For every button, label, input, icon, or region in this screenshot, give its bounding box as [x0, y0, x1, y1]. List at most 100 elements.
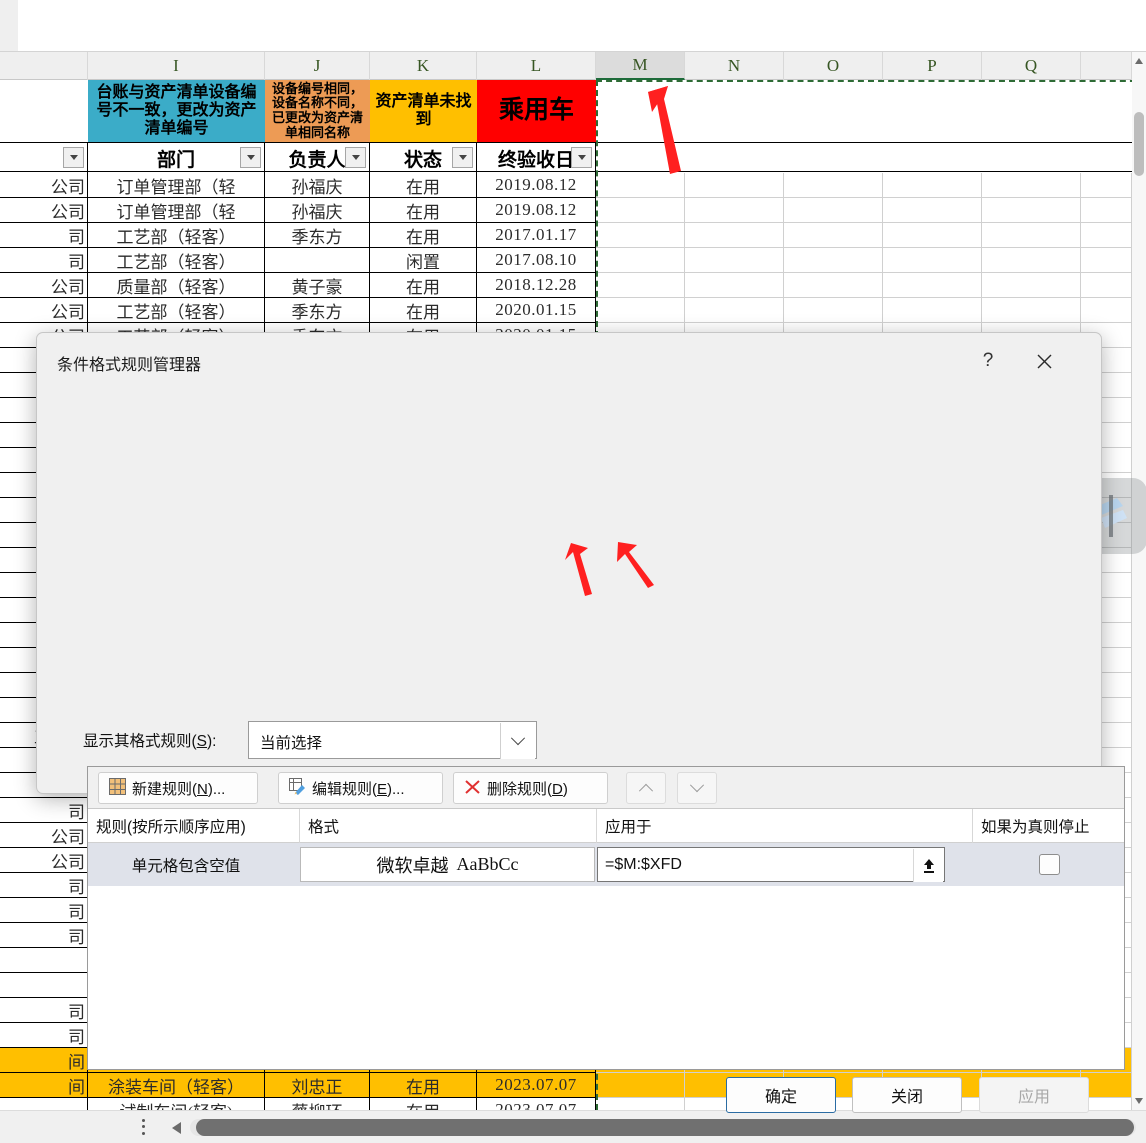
cell-empty[interactable]	[1081, 248, 1132, 272]
ok-button[interactable]: 确定	[726, 1077, 836, 1113]
new-rule-button[interactable]: 新建规则(N)...	[98, 772, 258, 804]
vertical-scroll-thumb[interactable]	[1134, 112, 1144, 176]
move-rule-up-button[interactable]	[626, 772, 666, 804]
filter-dropdown-button-5[interactable]	[571, 147, 592, 168]
cell-empty[interactable]	[596, 298, 685, 322]
cell-empty[interactable]	[784, 298, 883, 322]
cell-empty[interactable]	[685, 223, 784, 247]
cell-owner[interactable]: 季东方	[265, 223, 370, 247]
cell-empty[interactable]	[784, 273, 883, 297]
scope-select[interactable]: 当前选择	[248, 721, 537, 759]
scroll-down-arrow[interactable]	[1135, 1098, 1143, 1104]
banner-header-cell-4[interactable]: 乘用车	[477, 80, 596, 142]
cell-empty[interactable]	[982, 223, 1081, 247]
cell-empty[interactable]	[883, 198, 982, 222]
cell-empty[interactable]	[784, 248, 883, 272]
cell-partial[interactable]: 公司	[0, 173, 88, 197]
column-header-I[interactable]: I	[88, 52, 265, 80]
cell-empty[interactable]	[1081, 173, 1132, 197]
cell-date[interactable]: 2017.01.17	[477, 223, 596, 247]
cell-dept[interactable]: 涂装车间（轻客）	[88, 1073, 265, 1097]
edit-rule-button[interactable]: 编辑规则(E)...	[278, 772, 443, 804]
cell-owner[interactable]: 蔡柳环	[265, 1098, 370, 1110]
cell-partial[interactable]: 司	[0, 223, 88, 247]
table-row[interactable]: 司工艺部（轻客） 闲置 2017.08.10	[0, 248, 1146, 273]
close-button[interactable]: 关闭	[852, 1077, 962, 1113]
sheet-menu-icon[interactable]	[141, 1117, 146, 1137]
scroll-up-arrow[interactable]	[1135, 58, 1143, 64]
cell-dept[interactable]: 试制车间(轻客)	[88, 1098, 265, 1110]
cell-status[interactable]: 在用	[370, 198, 477, 222]
cell-empty[interactable]	[596, 198, 685, 222]
table-row[interactable]: 间涂装车间（轻客）刘忠正在用2023.07.07	[0, 1073, 1146, 1098]
rule-row[interactable]: 单元格包含空值 微软卓越 AaBbCc =$M:$XFD	[88, 843, 1124, 886]
cell-partial[interactable]	[0, 1098, 88, 1110]
banner-header-cell-2[interactable]: 设备编号相同，设备名称不同，已更改为资产清单相同名称	[265, 80, 370, 142]
cell-empty[interactable]	[883, 298, 982, 322]
filter-dropdown-button-1[interactable]	[63, 147, 84, 168]
cell-owner[interactable]: 刘忠正	[265, 1073, 370, 1097]
vertical-scrollbar[interactable]	[1132, 52, 1146, 1110]
cell-empty[interactable]	[596, 248, 685, 272]
cell-empty[interactable]	[685, 273, 784, 297]
banner-header-cell-3[interactable]: 资产清单未找到	[370, 80, 477, 142]
cell-empty[interactable]	[982, 173, 1081, 197]
cell-empty[interactable]	[596, 1098, 685, 1110]
cell-owner[interactable]: 孙福庆	[265, 173, 370, 197]
cell-partial[interactable]: 司	[0, 998, 88, 1022]
cell-empty[interactable]	[685, 298, 784, 322]
cell-partial[interactable]	[0, 973, 88, 997]
cell-empty[interactable]	[1081, 223, 1132, 247]
cell-empty[interactable]	[883, 223, 982, 247]
cell-empty[interactable]	[596, 173, 685, 197]
cell-status[interactable]: 在用	[370, 1098, 477, 1110]
cell-empty[interactable]	[784, 198, 883, 222]
cell-dept[interactable]: 订单管理部（轻	[88, 173, 265, 197]
cell-status[interactable]: 在用	[370, 1073, 477, 1097]
horizontal-scrollbar-strip[interactable]	[0, 1110, 1146, 1143]
chevron-down-icon[interactable]	[500, 723, 535, 759]
cell-empty[interactable]	[883, 173, 982, 197]
table-row[interactable]: 试制车间(轻客)蔡柳环在用2023.07.07	[0, 1098, 1146, 1110]
cell-empty[interactable]	[685, 198, 784, 222]
close-icon[interactable]	[1027, 345, 1061, 377]
table-row[interactable]: 公司 订单管理部（轻 孙福庆 在用 2019.08.12	[0, 173, 1146, 198]
banner-header-cell-1[interactable]: 台账与资产清单设备编号不一致，更改为资产清单编号	[88, 80, 265, 142]
column-header-L[interactable]: L	[477, 52, 596, 80]
column-header-partial[interactable]	[0, 52, 88, 80]
column-header-J[interactable]: J	[265, 52, 370, 80]
cell-empty[interactable]	[883, 273, 982, 297]
column-header-partial[interactable]	[1081, 52, 1132, 80]
scroll-left-arrow[interactable]	[172, 1122, 181, 1134]
cell-empty[interactable]	[685, 248, 784, 272]
cell-date[interactable]: 2023.07.07	[477, 1098, 596, 1110]
cell-owner[interactable]: 季东方	[265, 298, 370, 322]
cell-date[interactable]: 2019.08.12	[477, 173, 596, 197]
column-header-O[interactable]: O	[784, 52, 883, 80]
cell-partial[interactable]: 司	[0, 898, 88, 922]
cell-partial[interactable]: 间	[0, 1048, 88, 1072]
filter-dropdown-button-2[interactable]	[240, 147, 261, 168]
cell-empty[interactable]	[596, 1073, 685, 1097]
cell-date[interactable]: 2019.08.12	[477, 198, 596, 222]
cell-status[interactable]: 在用	[370, 273, 477, 297]
cell-dept[interactable]: 订单管理部（轻	[88, 198, 265, 222]
cell-empty[interactable]	[1081, 198, 1132, 222]
applies-to-input[interactable]: =$M:$XFD	[597, 847, 945, 882]
stop-if-true-checkbox[interactable]	[1039, 854, 1060, 875]
cell-empty[interactable]	[596, 273, 685, 297]
cell-empty[interactable]	[982, 248, 1081, 272]
cell-status[interactable]: 在用	[370, 173, 477, 197]
cell-partial[interactable]: 司	[0, 1023, 88, 1047]
table-row[interactable]: 公司 质量部（轻客） 黄子豪 在用 2018.12.28	[0, 273, 1146, 298]
cell-partial[interactable]: 司	[0, 798, 88, 822]
move-rule-down-button[interactable]	[677, 772, 717, 804]
cell-dept[interactable]: 工艺部（轻客）	[88, 223, 265, 247]
cell-partial[interactable]: 公司	[0, 823, 88, 847]
rule-format-preview[interactable]: 微软卓越 AaBbCc	[300, 847, 595, 882]
cell-partial[interactable]	[0, 948, 88, 972]
table-row[interactable]: 司工艺部（轻客） 季东方 在用 2017.01.17	[0, 223, 1146, 248]
help-icon[interactable]: ?	[971, 345, 1005, 377]
cell-empty[interactable]	[685, 173, 784, 197]
cell-empty[interactable]	[982, 198, 1081, 222]
